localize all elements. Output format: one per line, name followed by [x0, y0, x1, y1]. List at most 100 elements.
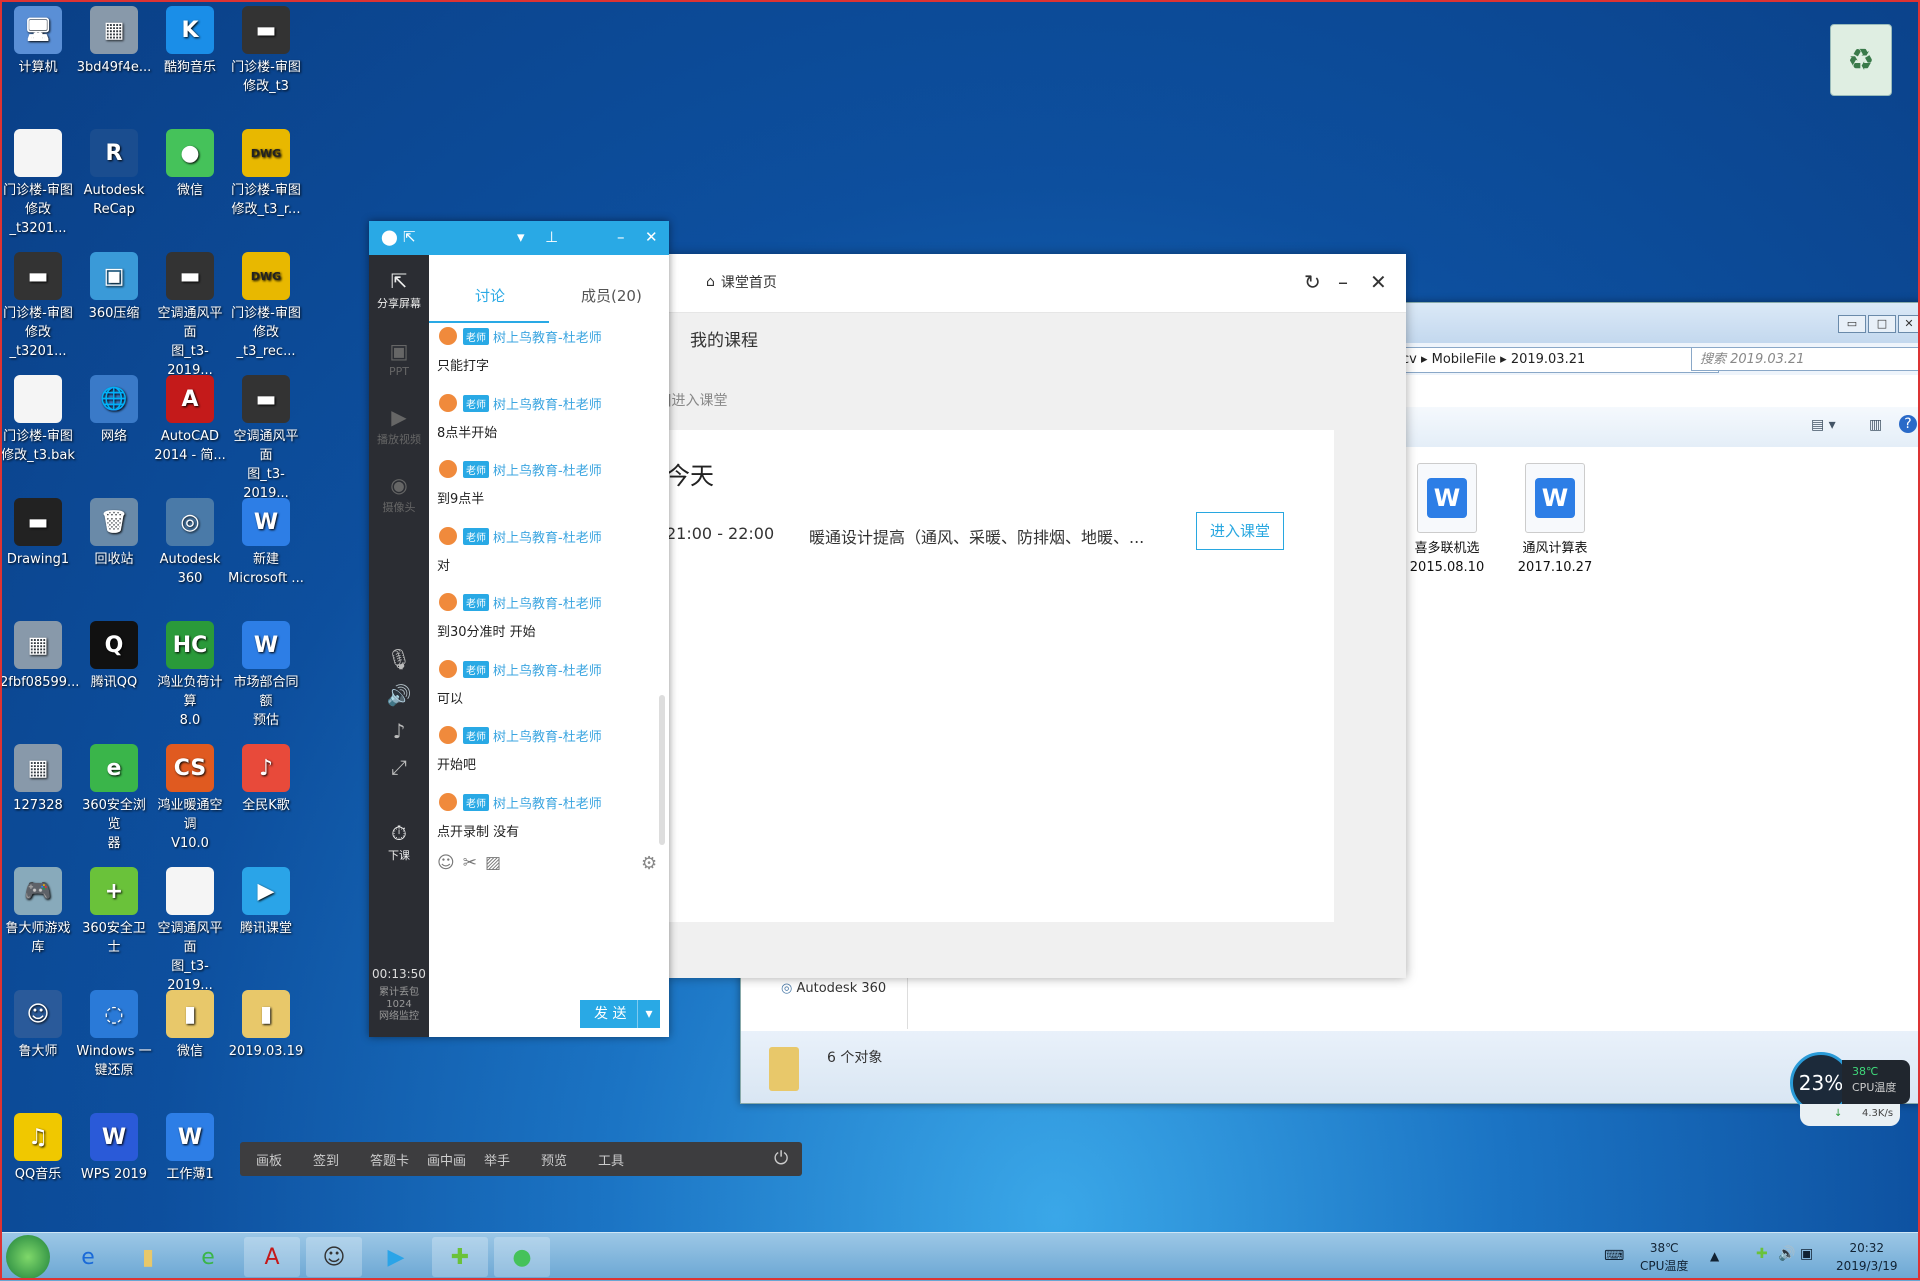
mic-button[interactable]: 🎙 — [369, 647, 429, 673]
view-options-icon[interactable]: ▤ ▾ — [1811, 417, 1836, 433]
image-icon[interactable]: ▨ — [485, 853, 501, 873]
sender-name[interactable]: 树上鸟教育-杜老师 — [493, 327, 602, 346]
desktop-icon[interactable]: ▬ 门诊楼-审图 修改_t3201... — [0, 246, 76, 361]
toolstrip-item[interactable]: 工具 — [598, 1150, 624, 1169]
desktop-icon[interactable]: +360安全卫士 — [76, 861, 152, 957]
desktop-icon[interactable]: ▦ 127328 — [0, 738, 76, 815]
toolstrip-item[interactable]: 预览 — [541, 1150, 567, 1169]
avatar-taskbar-icon[interactable]: ☺ — [306, 1237, 362, 1277]
help-icon[interactable]: ? — [1899, 415, 1917, 433]
gear-icon[interactable]: ⚙ — [641, 853, 657, 874]
tab-members[interactable]: 成员(20) — [581, 285, 642, 306]
classroom-window[interactable]: ⌂ 课堂首页 ↻ – ✕ 我的课程 ]进入课堂 今天 21:00 - 22:00… — [666, 254, 1406, 978]
speaker-button[interactable]: 🔊 — [369, 683, 429, 709]
desktop-icon[interactable]: ☺ 鲁大师 — [0, 984, 76, 1061]
desktop-icon[interactable]: R Autodesk ReCap — [76, 123, 152, 219]
desktop-icon[interactable]: W 市场部合同额 预估 — [228, 615, 304, 730]
browser-360-taskbar-icon[interactable]: e — [180, 1237, 236, 1277]
scissors-icon[interactable]: ✂ — [463, 853, 477, 873]
desktop-icon[interactable]: DWG 门诊楼-审图 修改_t3_rec... — [228, 246, 304, 361]
desktop-icon[interactable]: ▶ 腾讯课堂 — [228, 861, 304, 938]
start-button[interactable] — [6, 1235, 50, 1279]
tray-360-icon[interactable]: ✚ — [1756, 1245, 1768, 1263]
desktop-icon[interactable]: W 新建 Microsoft ... — [228, 492, 304, 588]
send-button[interactable]: 发 送 ▾ — [580, 1000, 660, 1028]
sender-name[interactable]: 树上鸟教育-杜老师 — [493, 793, 602, 812]
keyboard-icon[interactable]: ⌨ — [1604, 1247, 1624, 1265]
close-button[interactable]: ✕ — [1898, 315, 1920, 333]
fullscreen-button[interactable]: ⤢ — [369, 755, 429, 781]
pin-icon[interactable]: ⊥ — [545, 228, 558, 246]
sender-name[interactable]: 树上鸟教育-杜老师 — [493, 460, 602, 479]
desktop-icon[interactable]: HC 鸿业负荷计算 8.0 — [152, 615, 228, 730]
desktop-icon[interactable]: ◌ Windows 一 键还原 — [76, 984, 152, 1080]
desktop-icon[interactable]: ♪ 全民K歌 — [228, 738, 304, 815]
toolstrip-item[interactable]: 画中画 — [427, 1150, 466, 1169]
chat-panel[interactable]: ⬤ ⇱ ▾ ⊥ – ✕ ⇱ 分享屏幕 ▣ PPT ▶ 播放视频 ◉ 摄像头 🎙 … — [369, 221, 669, 1037]
sender-name[interactable]: 树上鸟教育-杜老师 — [493, 660, 602, 679]
sender-name[interactable]: 树上鸟教育-杜老师 — [493, 593, 602, 612]
desktop-icon[interactable]: ▬ Drawing1 — [0, 492, 76, 569]
desktop-icon[interactable]: ▮ 微信 — [152, 984, 228, 1061]
preview-pane-icon[interactable]: ▥ — [1869, 417, 1882, 433]
system-monitor-widget[interactable]: 23% 38℃ CPU温度 ↓ 4.3K/s — [1790, 1052, 1910, 1140]
desktop-icon[interactable]: W 工作薄1 — [152, 1107, 228, 1184]
desktop-icon[interactable]: ▣ 360压缩 — [76, 246, 152, 323]
power-icon[interactable]: ⏻ — [774, 1148, 788, 1169]
desktop-icon[interactable]: A AutoCAD 2014 - 简... — [152, 369, 228, 465]
ie-taskbar-icon[interactable]: e — [60, 1237, 116, 1277]
close-icon[interactable]: ✕ — [1370, 270, 1387, 294]
desktop-icon[interactable]: ▮ 2019.03.19 — [228, 984, 304, 1061]
toolstrip-item[interactable]: 举手 — [484, 1150, 510, 1169]
desktop-icon[interactable]: ● 微信 — [152, 123, 228, 200]
camera-button[interactable]: ◉ 摄像头 — [369, 473, 429, 515]
desktop-icon[interactable]: 🌐 网络 — [76, 369, 152, 446]
chat-scrollbar[interactable] — [659, 695, 665, 845]
close-icon[interactable]: ✕ — [645, 228, 658, 246]
avatar[interactable] — [439, 792, 457, 811]
desktop-icon[interactable]: DWG 门诊楼-审图 修改_t3_r... — [228, 123, 304, 219]
desktop-icon[interactable]: 🗑 回收站 — [76, 492, 152, 569]
desktop-icon[interactable]: ▦ 3bd49f4e... — [76, 0, 152, 77]
avatar[interactable] — [439, 393, 457, 412]
music-button[interactable]: ♪ — [369, 719, 429, 745]
message-input[interactable] — [437, 885, 661, 985]
tray-expand-icon[interactable]: ▲ — [1710, 1247, 1719, 1265]
avatar[interactable] — [439, 726, 457, 744]
search-input[interactable]: 搜索 2019.03.21 — [1691, 347, 1920, 371]
location-icon[interactable]: ⬤ — [381, 228, 398, 246]
avatar[interactable] — [439, 526, 457, 545]
desktop-icon[interactable]: ▬ 门诊楼-审图 修改_t3 — [228, 0, 304, 96]
desktop-icon[interactable]: Q 腾讯QQ — [76, 615, 152, 692]
desktop-icon[interactable]: 门诊楼-审图 修改_t3201... — [0, 123, 76, 238]
share-out-icon[interactable]: ⇱ — [403, 228, 416, 246]
maximize-button[interactable]: □ — [1868, 315, 1896, 333]
tab-discuss[interactable]: 讨论 — [475, 285, 505, 306]
toolstrip-item[interactable]: 画板 — [256, 1150, 282, 1169]
desktop-icon[interactable]: 门诊楼-审图 修改_t3.bak — [0, 369, 76, 465]
minimize-icon[interactable]: – — [1338, 270, 1348, 294]
wechat-taskbar-icon[interactable]: ● — [494, 1237, 550, 1277]
security-360-taskbar-icon[interactable]: ✚ — [432, 1237, 488, 1277]
send-options-icon[interactable]: ▾ — [637, 1000, 660, 1028]
avatar[interactable] — [439, 593, 457, 611]
desktop-icon[interactable]: 🎮 鲁大师游戏库 — [0, 861, 76, 957]
file-item[interactable]: W 通风计算表 2017.10.27 — [1505, 463, 1605, 577]
desktop-icon[interactable]: ▬ 空调通风平面 图_t3-2019... — [152, 246, 228, 380]
classroom-home-tab[interactable]: ⌂ 课堂首页 — [706, 272, 777, 292]
end-class-button[interactable]: ⏱ 下课 — [369, 821, 429, 863]
tencent-classroom-taskbar-icon[interactable]: ▶ — [368, 1237, 424, 1277]
avatar[interactable] — [439, 460, 457, 478]
emoji-icon[interactable]: ☺ — [437, 853, 455, 873]
desktop-icon[interactable]: ◎ Autodesk 360 — [152, 492, 228, 588]
file-item[interactable]: W 喜多联机选 2015.08.10 — [1397, 463, 1497, 577]
sender-name[interactable]: 树上鸟教育-杜老师 — [493, 527, 602, 546]
dropdown-icon[interactable]: ▾ — [517, 228, 525, 246]
desktop-icon[interactable]: 空调通风平面 图_t3-2019... — [152, 861, 228, 995]
sender-name[interactable]: 树上鸟教育-杜老师 — [493, 394, 602, 413]
sender-name[interactable]: 树上鸟教育-杜老师 — [493, 726, 602, 745]
desktop-icon[interactable]: 🖥 计算机 — [0, 0, 76, 77]
breadcrumb[interactable]: cv ▸ MobileFile ▸ 2019.03.21 — [1401, 347, 1719, 373]
desktop-icon[interactable]: ▬ 空调通风平面 图_t3-2019... — [228, 369, 304, 503]
explorer-taskbar-icon[interactable]: ▮ — [120, 1237, 176, 1277]
